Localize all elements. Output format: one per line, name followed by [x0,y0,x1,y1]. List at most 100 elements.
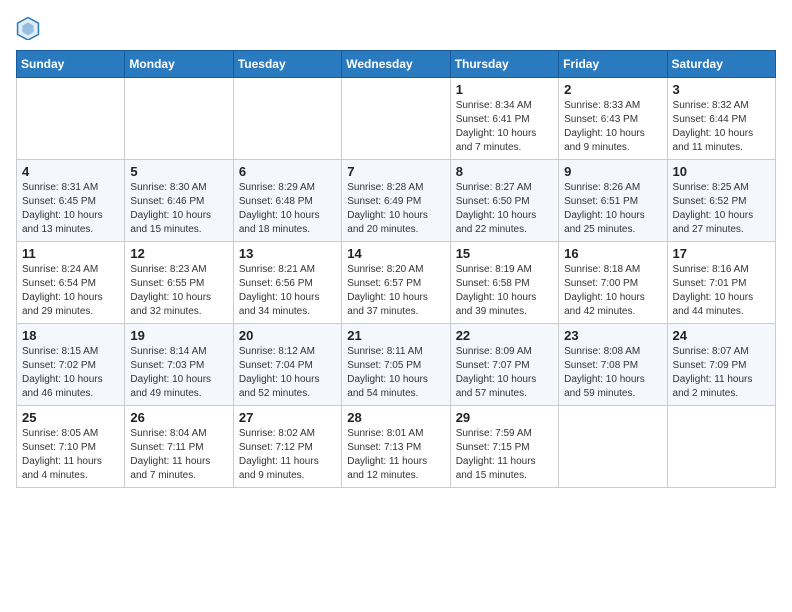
logo [16,16,44,40]
day-info: Sunrise: 8:19 AMSunset: 6:58 PMDaylight:… [456,263,553,319]
day-header-saturday: Saturday [667,51,775,78]
day-info: Sunrise: 8:09 AMSunset: 7:07 PMDaylight:… [456,345,553,401]
day-info: Sunrise: 8:15 AMSunset: 7:02 PMDaylight:… [22,345,119,401]
day-info: Sunrise: 8:08 AMSunset: 7:08 PMDaylight:… [564,345,661,401]
day-info: Sunrise: 8:30 AMSunset: 6:46 PMDaylight:… [130,181,227,237]
calendar-cell [342,78,450,160]
week-row-5: 25Sunrise: 8:05 AMSunset: 7:10 PMDayligh… [17,406,776,488]
calendar-cell: 26 Sunrise: 8:04 AMSunset: 7:11 PMDayligh… [125,406,233,488]
calendar-cell: 2Sunrise: 8:33 AMSunset: 6:43 PMDaylight… [559,78,667,160]
day-number: 28 [347,410,444,425]
day-info: Sunrise: 8:23 AMSunset: 6:55 PMDaylight:… [130,263,227,319]
day-number: 6 [239,164,336,179]
week-row-4: 18 Sunrise: 8:15 AMSunset: 7:02 PMDayligh… [17,324,776,406]
day-info: Sunrise: 8:32 AMSunset: 6:44 PMDaylight:… [673,99,770,155]
day-header-friday: Friday [559,51,667,78]
day-number: 10 [673,164,770,179]
calendar-cell: 18 Sunrise: 8:15 AMSunset: 7:02 PMDayligh… [17,324,125,406]
day-number: 11 [22,246,119,261]
calendar-cell: 14Sunrise: 8:20 AMSunset: 6:57 PMDayligh… [342,242,450,324]
calendar-cell: 21Sunrise: 8:11 AMSunset: 7:05 PMDayligh… [342,324,450,406]
day-header-thursday: Thursday [450,51,558,78]
calendar-cell: 25Sunrise: 8:05 AMSunset: 7:10 PMDayligh… [17,406,125,488]
day-info: Sunrise: 8:16 AMSunset: 7:01 PMDaylight:… [673,263,770,319]
calendar-cell: 7 Sunrise: 8:28 AMSunset: 6:49 PMDaylight… [342,160,450,242]
calendar-cell: 27 Sunrise: 8:02 AMSunset: 7:12 PMDayligh… [233,406,341,488]
day-number: 1 [456,82,553,97]
day-number: 15 [456,246,553,261]
day-number: 16 [564,246,661,261]
day-header-wednesday: Wednesday [342,51,450,78]
calendar-cell [559,406,667,488]
calendar-cell: 29 Sunrise: 7:59 AMSunset: 7:15 PMDayligh… [450,406,558,488]
logo-icon [16,16,40,40]
day-info: Sunrise: 8:25 AMSunset: 6:52 PMDaylight:… [673,181,770,237]
week-row-2: 4 Sunrise: 8:31 AMSunset: 6:45 PMDaylight… [17,160,776,242]
calendar-cell: 13 Sunrise: 8:21 AMSunset: 6:56 PMDayligh… [233,242,341,324]
day-number: 3 [673,82,770,97]
calendar-cell: 8 Sunrise: 8:27 AMSunset: 6:50 PMDaylight… [450,160,558,242]
day-info: Sunrise: 8:28 AMSunset: 6:49 PMDaylight:… [347,181,444,237]
calendar-cell: 1 Sunrise: 8:34 AMSunset: 6:41 PMDaylight… [450,78,558,160]
week-row-1: 1 Sunrise: 8:34 AMSunset: 6:41 PMDaylight… [17,78,776,160]
calendar-cell [17,78,125,160]
day-number: 14 [347,246,444,261]
calendar-cell: 22 Sunrise: 8:09 AMSunset: 7:07 PMDayligh… [450,324,558,406]
calendar-cell: 28Sunrise: 8:01 AMSunset: 7:13 PMDayligh… [342,406,450,488]
day-info: Sunrise: 8:12 AMSunset: 7:04 PMDaylight:… [239,345,336,401]
calendar-cell [667,406,775,488]
day-number: 17 [673,246,770,261]
day-info: Sunrise: 8:21 AMSunset: 6:56 PMDaylight:… [239,263,336,319]
calendar-cell: 3 Sunrise: 8:32 AMSunset: 6:44 PMDaylight… [667,78,775,160]
day-number: 8 [456,164,553,179]
calendar-cell: 11 Sunrise: 8:24 AMSunset: 6:54 PMDayligh… [17,242,125,324]
day-number: 26 [130,410,227,425]
day-info: Sunrise: 8:11 AMSunset: 7:05 PMDaylight:… [347,345,444,401]
calendar-cell: 20Sunrise: 8:12 AMSunset: 7:04 PMDayligh… [233,324,341,406]
day-info: Sunrise: 8:04 AMSunset: 7:11 PMDaylight:… [130,427,227,483]
day-info: Sunrise: 8:18 AMSunset: 7:00 PMDaylight:… [564,263,661,319]
day-number: 18 [22,328,119,343]
day-info: Sunrise: 8:29 AMSunset: 6:48 PMDaylight:… [239,181,336,237]
day-number: 13 [239,246,336,261]
day-number: 12 [130,246,227,261]
day-info: Sunrise: 8:02 AMSunset: 7:12 PMDaylight:… [239,427,336,483]
day-number: 9 [564,164,661,179]
calendar-cell [233,78,341,160]
day-number: 5 [130,164,227,179]
day-number: 27 [239,410,336,425]
day-number: 7 [347,164,444,179]
day-info: Sunrise: 8:07 AMSunset: 7:09 PMDaylight:… [673,345,770,401]
header [16,16,776,40]
calendar-cell: 23Sunrise: 8:08 AMSunset: 7:08 PMDayligh… [559,324,667,406]
calendar-cell [125,78,233,160]
day-header-tuesday: Tuesday [233,51,341,78]
day-number: 2 [564,82,661,97]
calendar-cell: 6 Sunrise: 8:29 AMSunset: 6:48 PMDaylight… [233,160,341,242]
week-row-3: 11 Sunrise: 8:24 AMSunset: 6:54 PMDayligh… [17,242,776,324]
day-info: Sunrise: 8:14 AMSunset: 7:03 PMDaylight:… [130,345,227,401]
calendar-cell: 9 Sunrise: 8:26 AMSunset: 6:51 PMDaylight… [559,160,667,242]
calendar-cell: 4 Sunrise: 8:31 AMSunset: 6:45 PMDaylight… [17,160,125,242]
day-info: Sunrise: 7:59 AMSunset: 7:15 PMDaylight:… [456,427,553,483]
calendar-table: SundayMondayTuesdayWednesdayThursdayFrid… [16,50,776,488]
day-info: Sunrise: 8:31 AMSunset: 6:45 PMDaylight:… [22,181,119,237]
calendar-cell: 17 Sunrise: 8:16 AMSunset: 7:01 PMDayligh… [667,242,775,324]
calendar-cell: 12 Sunrise: 8:23 AMSunset: 6:55 PMDayligh… [125,242,233,324]
day-number: 4 [22,164,119,179]
calendar-cell: 19 Sunrise: 8:14 AMSunset: 7:03 PMDayligh… [125,324,233,406]
day-info: Sunrise: 8:34 AMSunset: 6:41 PMDaylight:… [456,99,553,155]
day-info: Sunrise: 8:27 AMSunset: 6:50 PMDaylight:… [456,181,553,237]
day-number: 24 [673,328,770,343]
day-number: 19 [130,328,227,343]
day-info: Sunrise: 8:26 AMSunset: 6:51 PMDaylight:… [564,181,661,237]
day-info: Sunrise: 8:05 AMSunset: 7:10 PMDaylight:… [22,427,119,483]
day-info: Sunrise: 8:24 AMSunset: 6:54 PMDaylight:… [22,263,119,319]
calendar-cell: 16 Sunrise: 8:18 AMSunset: 7:00 PMDayligh… [559,242,667,324]
day-header-sunday: Sunday [17,51,125,78]
calendar-cell: 24 Sunrise: 8:07 AMSunset: 7:09 PMDayligh… [667,324,775,406]
header-row: SundayMondayTuesdayWednesdayThursdayFrid… [17,51,776,78]
calendar-cell: 5 Sunrise: 8:30 AMSunset: 6:46 PMDaylight… [125,160,233,242]
day-number: 29 [456,410,553,425]
day-number: 22 [456,328,553,343]
